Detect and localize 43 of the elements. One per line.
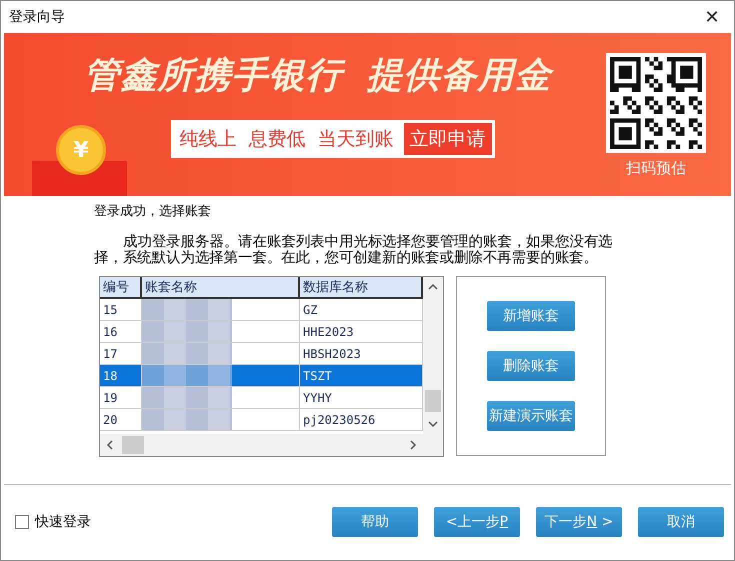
table-row-number[interactable]: 18	[100, 365, 142, 387]
table-cell[interactable]	[142, 321, 300, 343]
qr-code-icon	[606, 53, 706, 153]
table-row-number[interactable]: 15	[100, 299, 142, 321]
scroll-right-icon[interactable]	[408, 440, 418, 450]
column-header[interactable]: 数据库名称	[300, 277, 423, 299]
table-cell[interactable]	[142, 387, 300, 409]
qr-caption: 扫码预估	[626, 159, 686, 178]
table-cell[interactable]	[142, 299, 300, 321]
table-cell[interactable]	[142, 365, 300, 387]
coin-drawing: ¥	[56, 125, 106, 175]
table-cell[interactable]: YYHY	[300, 387, 423, 409]
table-cell[interactable]: HHE2023	[300, 321, 423, 343]
slogan-text: 当天到账	[316, 127, 394, 152]
table-row-number[interactable]: 17	[100, 343, 142, 365]
table-row-number[interactable]: 16	[100, 321, 142, 343]
table-cell[interactable]	[142, 409, 300, 431]
scroll-left-icon[interactable]	[105, 440, 115, 450]
scroll-up-icon[interactable]	[428, 282, 438, 292]
banner-headline: 提供备用金	[366, 51, 552, 100]
table-cell[interactable]: HBSH2023	[300, 343, 423, 365]
checkbox-label: 快速登录	[35, 513, 91, 531]
table-row-number[interactable]: 19	[100, 387, 142, 409]
close-button[interactable]: ✕	[696, 3, 728, 31]
step-heading: 登录成功，选择账套	[94, 203, 212, 220]
table-cell[interactable]: TSZT	[300, 365, 423, 387]
table-cell[interactable]: GZ	[300, 299, 423, 321]
slogan-text: 纯线上	[178, 127, 238, 152]
table-row-number[interactable]: 20	[100, 409, 142, 431]
column-header[interactable]: 编号	[100, 277, 142, 299]
description-text: 成功登录服务器。请在账套列表中用光标选择您要管理的账套，如果您没有选择，系统默认为选择第一套。在此，您可创建新的账套或删除不再需要的账套。	[94, 234, 614, 266]
scroll-down-icon[interactable]	[428, 419, 438, 429]
slogan-text: 息费低	[248, 127, 306, 152]
apply-button[interactable]: 立即申请	[404, 123, 492, 155]
wizard-button[interactable]: <上一步P	[434, 507, 520, 537]
table-cell[interactable]	[142, 343, 300, 365]
window-title: 登录向导	[9, 8, 65, 26]
column-header[interactable]: 账套名称	[142, 277, 300, 299]
advertisement-banner[interactable]: ¥ 管鑫所携手银行 提供备用金 纯线上 息费低 当天到账 立即申请 扫码预估	[4, 33, 731, 196]
table-cell[interactable]: pj20230526	[300, 409, 423, 431]
scrollbar-thumb[interactable]	[425, 390, 441, 412]
quick-login-checkbox[interactable]	[15, 515, 29, 529]
scrollbar-thumb[interactable]	[122, 436, 144, 454]
